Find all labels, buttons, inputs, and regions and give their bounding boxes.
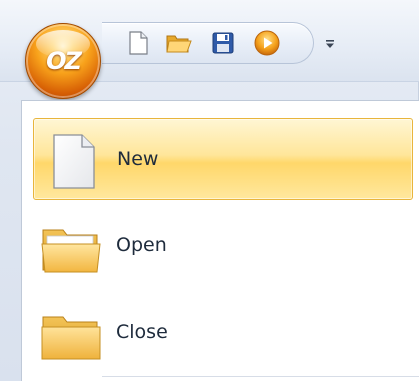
menu-item-close[interactable]: Close <box>33 291 413 373</box>
qat-open-button[interactable] <box>166 30 192 56</box>
menu-item-label: Open <box>116 234 167 256</box>
menu-item-new[interactable]: New <box>33 118 413 200</box>
menu-item-label: Close <box>116 321 168 343</box>
new-document-icon <box>129 31 148 55</box>
application-menu-button[interactable]: OZ <box>25 23 101 99</box>
open-folder-icon <box>166 35 192 53</box>
close-folder-icon <box>41 316 101 360</box>
qat-customize-dropdown[interactable] <box>324 38 336 50</box>
new-document-icon <box>53 134 95 189</box>
app-logo-text: OZ <box>46 47 82 75</box>
open-folder-icon <box>41 229 101 273</box>
app-window: OZ New Open Close <box>0 0 419 381</box>
customize-dropdown-icon <box>326 40 334 48</box>
save-disk-icon <box>212 32 234 54</box>
menu-divider <box>102 376 419 377</box>
menu-item-label: New <box>117 148 159 170</box>
run-play-icon <box>254 30 280 56</box>
qat-run-button[interactable] <box>254 30 280 56</box>
qat-save-button[interactable] <box>210 30 236 56</box>
qat-new-button[interactable] <box>125 30 151 56</box>
menu-item-open[interactable]: Open <box>33 204 413 286</box>
